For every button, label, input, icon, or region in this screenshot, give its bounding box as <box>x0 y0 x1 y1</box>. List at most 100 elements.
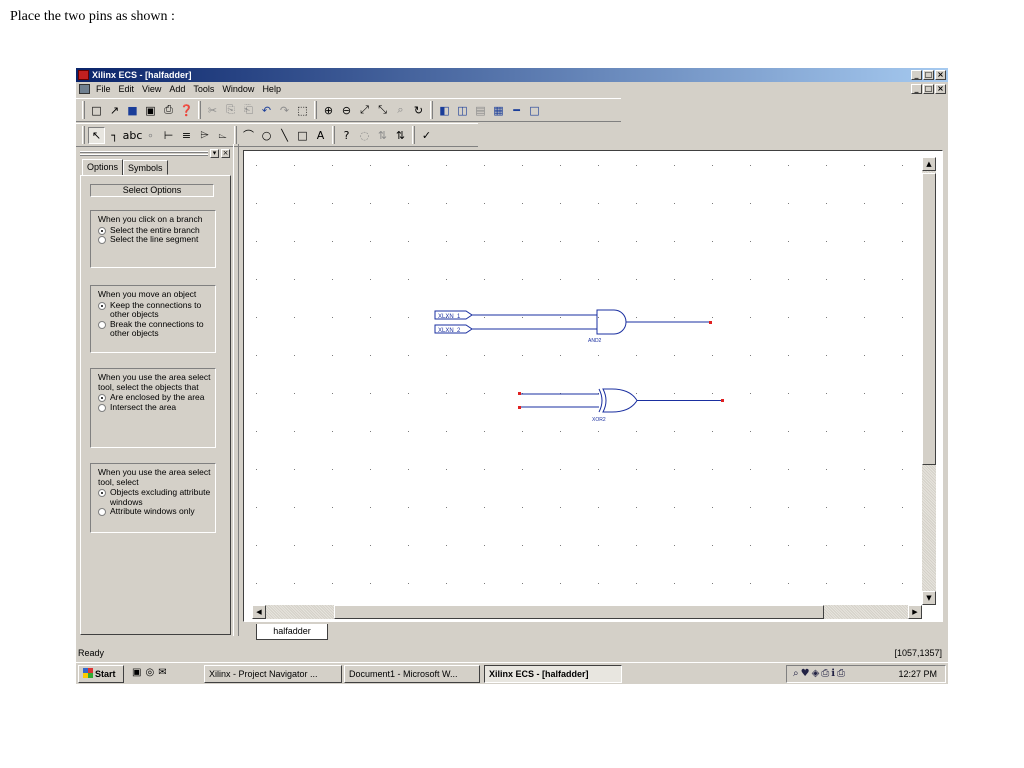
tab-halfadder[interactable]: halfadder <box>256 624 328 640</box>
document-icon[interactable] <box>79 84 90 94</box>
task-project-navigator[interactable]: Xilinx - Project Navigator ... <box>204 665 342 683</box>
title-bar[interactable]: Xilinx ECS - [halfadder] _ □ × <box>76 68 948 82</box>
schematic-canvas[interactable]: XLXN_1 XLXN_2 AND2 XOR2 <box>252 157 922 605</box>
add-line-icon[interactable]: ╲ <box>276 127 293 144</box>
outlook-icon[interactable]: ✉ <box>158 667 166 678</box>
radio-select-line-segment[interactable]: Select the line segment <box>98 234 211 245</box>
tray-icons[interactable]: ⌕♥◈⎙ℹ⎙ <box>793 666 847 682</box>
check-schematic-icon[interactable]: ✓ <box>418 127 435 144</box>
panel-splitter[interactable] <box>233 144 239 636</box>
undo-icon[interactable]: ↶ <box>258 102 275 119</box>
panel-grip[interactable] <box>80 151 208 153</box>
browser-icon[interactable]: ◎ <box>145 667 154 678</box>
doc-close-button[interactable]: × <box>935 84 946 94</box>
horizontal-scrollbar[interactable]: ◀ ▶ <box>252 605 922 619</box>
add-arc-icon[interactable]: ⌒ <box>240 127 257 144</box>
zoom-out-icon[interactable]: ⊖ <box>338 102 355 119</box>
doc-restore-button[interactable]: □ <box>923 84 934 94</box>
tab-options[interactable]: Options <box>82 159 124 176</box>
menu-edit[interactable]: Edit <box>119 82 135 96</box>
add-net-name-icon[interactable]: abc <box>123 127 143 144</box>
radio-objects-excluding-attributes[interactable]: Objects excluding attribute windows <box>98 487 211 507</box>
doc-minimize-button[interactable]: _ <box>911 84 922 94</box>
toolbar-grip[interactable] <box>82 101 85 119</box>
save-all-icon[interactable]: ▣ <box>142 102 159 119</box>
menu-tools[interactable]: Tools <box>193 82 214 96</box>
task-word-document[interactable]: Document1 - Microsoft W... <box>344 665 480 683</box>
scroll-left-icon[interactable]: ◀ <box>252 605 266 619</box>
radio-unchecked-icon[interactable] <box>98 236 106 244</box>
open-icon[interactable]: ↗ <box>106 102 123 119</box>
refresh-icon[interactable]: ↻ <box>410 102 427 119</box>
paste-icon[interactable]: ⎗ <box>240 102 257 119</box>
radio-checked-icon[interactable] <box>98 394 106 402</box>
pin-endpoint[interactable] <box>518 392 521 395</box>
close-button[interactable]: × <box>935 70 946 80</box>
menu-file[interactable]: File <box>96 82 111 96</box>
panel-restore-icon[interactable]: ▾ <box>210 149 219 158</box>
scroll-down-icon[interactable]: ▼ <box>922 591 936 605</box>
cut-icon[interactable]: ✂ <box>204 102 221 119</box>
add-bus-tap-icon[interactable]: ⊢ <box>160 127 177 144</box>
panel-close-icon[interactable]: × <box>221 149 230 158</box>
radio-unchecked-icon[interactable] <box>98 403 106 412</box>
print-icon[interactable]: ⎙ <box>160 102 177 119</box>
mirror-icon[interactable]: ⇅ <box>374 127 391 144</box>
add-io-marker-icon[interactable]: ≡ <box>178 127 195 144</box>
select-arrow-icon[interactable]: ↖ <box>88 126 105 144</box>
menu-help[interactable]: Help <box>262 82 281 96</box>
pin-endpoint[interactable] <box>709 321 712 324</box>
zoom-in-icon[interactable]: ⊕ <box>320 102 337 119</box>
tab-symbols[interactable]: Symbols <box>123 160 168 175</box>
radio-unchecked-icon[interactable] <box>98 508 106 516</box>
help-pointer-icon[interactable]: ❓ <box>178 102 195 119</box>
zoom-full-icon[interactable]: ⤢ <box>356 102 373 119</box>
copy-icon[interactable]: ⎘ <box>222 102 239 119</box>
zoom-selection-icon[interactable]: ⤡ <box>374 102 391 119</box>
add-rectangle-icon[interactable]: □ <box>294 127 311 144</box>
restore-button[interactable]: □ <box>923 70 934 80</box>
radio-keep-connections[interactable]: Keep the connections to other objects <box>98 300 211 320</box>
minimize-button[interactable]: _ <box>911 70 922 80</box>
new-icon[interactable]: □ <box>88 102 105 119</box>
radio-checked-icon[interactable] <box>98 226 106 235</box>
task-xilinx-ecs[interactable]: Xilinx ECS - [halfadder] <box>484 665 622 683</box>
add-symbol-icon[interactable]: ⌲ <box>196 127 213 144</box>
menu-add[interactable]: Add <box>169 82 185 96</box>
add-instance-icon[interactable]: ⌳ <box>214 127 231 144</box>
menu-window[interactable]: Window <box>222 82 254 96</box>
vertical-scroll-thumb[interactable] <box>922 173 936 465</box>
save-icon[interactable]: ■ <box>124 102 141 119</box>
start-button[interactable]: Start <box>78 665 124 683</box>
radio-unchecked-icon[interactable] <box>98 320 106 329</box>
show-desktop-icon[interactable]: ▣ <box>132 667 141 678</box>
scroll-right-icon[interactable]: ▶ <box>908 605 922 619</box>
menu-view[interactable]: View <box>142 82 161 96</box>
radio-checked-icon[interactable] <box>98 301 106 310</box>
scroll-up-icon[interactable]: ▲ <box>922 157 936 171</box>
symbol-icon[interactable]: ◫ <box>454 102 471 119</box>
redo-icon[interactable]: ↷ <box>276 102 293 119</box>
panel-grip[interactable] <box>80 154 208 156</box>
pin-endpoint[interactable] <box>518 406 521 409</box>
horizontal-scroll-thumb[interactable] <box>334 605 824 619</box>
add-wire-icon[interactable]: ┐ <box>106 127 123 144</box>
add-text-icon[interactable]: A <box>312 127 329 144</box>
grid-icon[interactable]: ▤ <box>472 102 489 119</box>
add-circle-icon[interactable]: ○ <box>258 127 275 144</box>
horizontal-icon[interactable]: ━ <box>508 102 525 119</box>
tile-icon[interactable]: ▦ <box>490 102 507 119</box>
push-pop-icon[interactable]: ⇅ <box>392 127 409 144</box>
pin-endpoint[interactable] <box>721 399 724 402</box>
find-icon[interactable]: ⬚ <box>294 102 311 119</box>
vertical-scrollbar[interactable]: ▲ ▼ <box>922 157 936 605</box>
radio-intersect-area[interactable]: Intersect the area <box>98 402 211 413</box>
zoom-area-icon[interactable]: ⌕ <box>392 102 409 119</box>
radio-checked-icon[interactable] <box>98 489 106 497</box>
schematic-drawing[interactable]: XLXN_1 XLXN_2 AND2 XOR2 <box>252 157 922 605</box>
rotate-icon[interactable]: ◌ <box>356 127 373 144</box>
toolbar-grip[interactable] <box>82 126 85 144</box>
radio-attribute-windows-only[interactable]: Attribute windows only <box>98 506 211 517</box>
radio-break-connections[interactable]: Break the connections to other objects <box>98 319 211 339</box>
add-attribute-icon[interactable]: ? <box>338 127 355 144</box>
